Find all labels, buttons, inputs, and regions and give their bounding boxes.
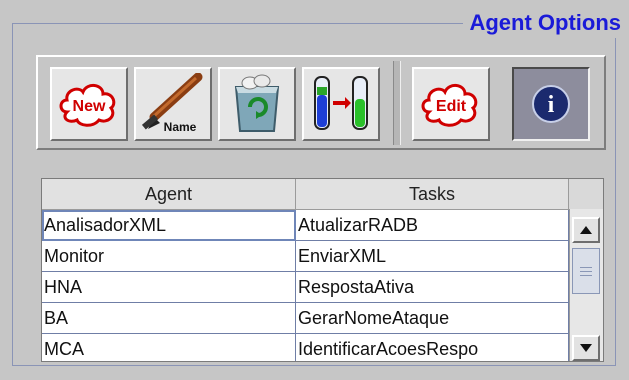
toolbar-separator bbox=[393, 61, 401, 145]
table-header: Agent Tasks bbox=[42, 179, 603, 210]
svg-text:Edit: Edit bbox=[436, 98, 467, 115]
tasks-cell[interactable]: IdentificarAcoesRespo bbox=[296, 334, 569, 361]
scroll-thumb[interactable] bbox=[572, 248, 600, 294]
rename-button[interactable]: Name bbox=[134, 67, 212, 141]
table-row[interactable]: MCA IdentificarAcoesRespo bbox=[42, 334, 569, 361]
vertical-scrollbar[interactable] bbox=[569, 209, 603, 361]
table-row[interactable]: AnalisadorXML AtualizarRADB bbox=[42, 210, 569, 241]
scroll-down-button[interactable] bbox=[572, 335, 600, 361]
column-header-agent[interactable]: Agent bbox=[42, 179, 296, 209]
column-header-tasks[interactable]: Tasks bbox=[296, 179, 569, 209]
agent-cell[interactable]: AnalisadorXML bbox=[42, 210, 296, 241]
delete-button[interactable] bbox=[218, 67, 296, 141]
grip-line bbox=[580, 271, 592, 272]
arrow-down-icon bbox=[580, 344, 592, 352]
tasks-cell[interactable]: RespostaAtiva bbox=[296, 272, 569, 303]
table-row[interactable]: HNA RespostaAtiva bbox=[42, 272, 569, 303]
new-button[interactable]: New bbox=[50, 67, 128, 141]
agent-cell[interactable]: MCA bbox=[42, 334, 296, 361]
grip-line bbox=[580, 267, 592, 268]
info-icon: i bbox=[532, 85, 570, 123]
agent-cell[interactable]: Monitor bbox=[42, 241, 296, 272]
edit-button[interactable]: Edit bbox=[412, 67, 490, 141]
pen-rename-icon: Name bbox=[141, 73, 203, 134]
panel-title: Agent Options bbox=[463, 8, 623, 38]
arrow-up-icon bbox=[580, 226, 592, 234]
info-button[interactable]: i bbox=[512, 67, 590, 141]
test-tubes-transfer-icon bbox=[314, 76, 368, 130]
table-row[interactable]: BA GerarNomeAtaque bbox=[42, 303, 569, 334]
recycle-bin-icon bbox=[234, 74, 280, 132]
grip-line bbox=[580, 275, 592, 276]
transfer-button[interactable] bbox=[302, 67, 380, 141]
toolbar: New Name Edit i bbox=[36, 55, 606, 150]
tasks-cell[interactable]: EnviarXML bbox=[296, 241, 569, 272]
new-cloud-icon: New bbox=[59, 84, 116, 127]
agents-table: Agent Tasks AnalisadorXML AtualizarRADB … bbox=[41, 178, 604, 362]
table-row[interactable]: Monitor EnviarXML bbox=[42, 241, 569, 272]
tasks-cell[interactable]: GerarNomeAtaque bbox=[296, 303, 569, 334]
svg-text:i: i bbox=[548, 92, 555, 118]
edit-cloud-icon: Edit bbox=[421, 84, 478, 127]
svg-text:Name: Name bbox=[164, 120, 197, 134]
agent-cell[interactable]: BA bbox=[42, 303, 296, 334]
svg-text:New: New bbox=[73, 98, 106, 115]
tasks-cell[interactable]: AtualizarRADB bbox=[296, 210, 569, 241]
agent-cell[interactable]: HNA bbox=[42, 272, 296, 303]
scroll-up-button[interactable] bbox=[572, 217, 600, 243]
